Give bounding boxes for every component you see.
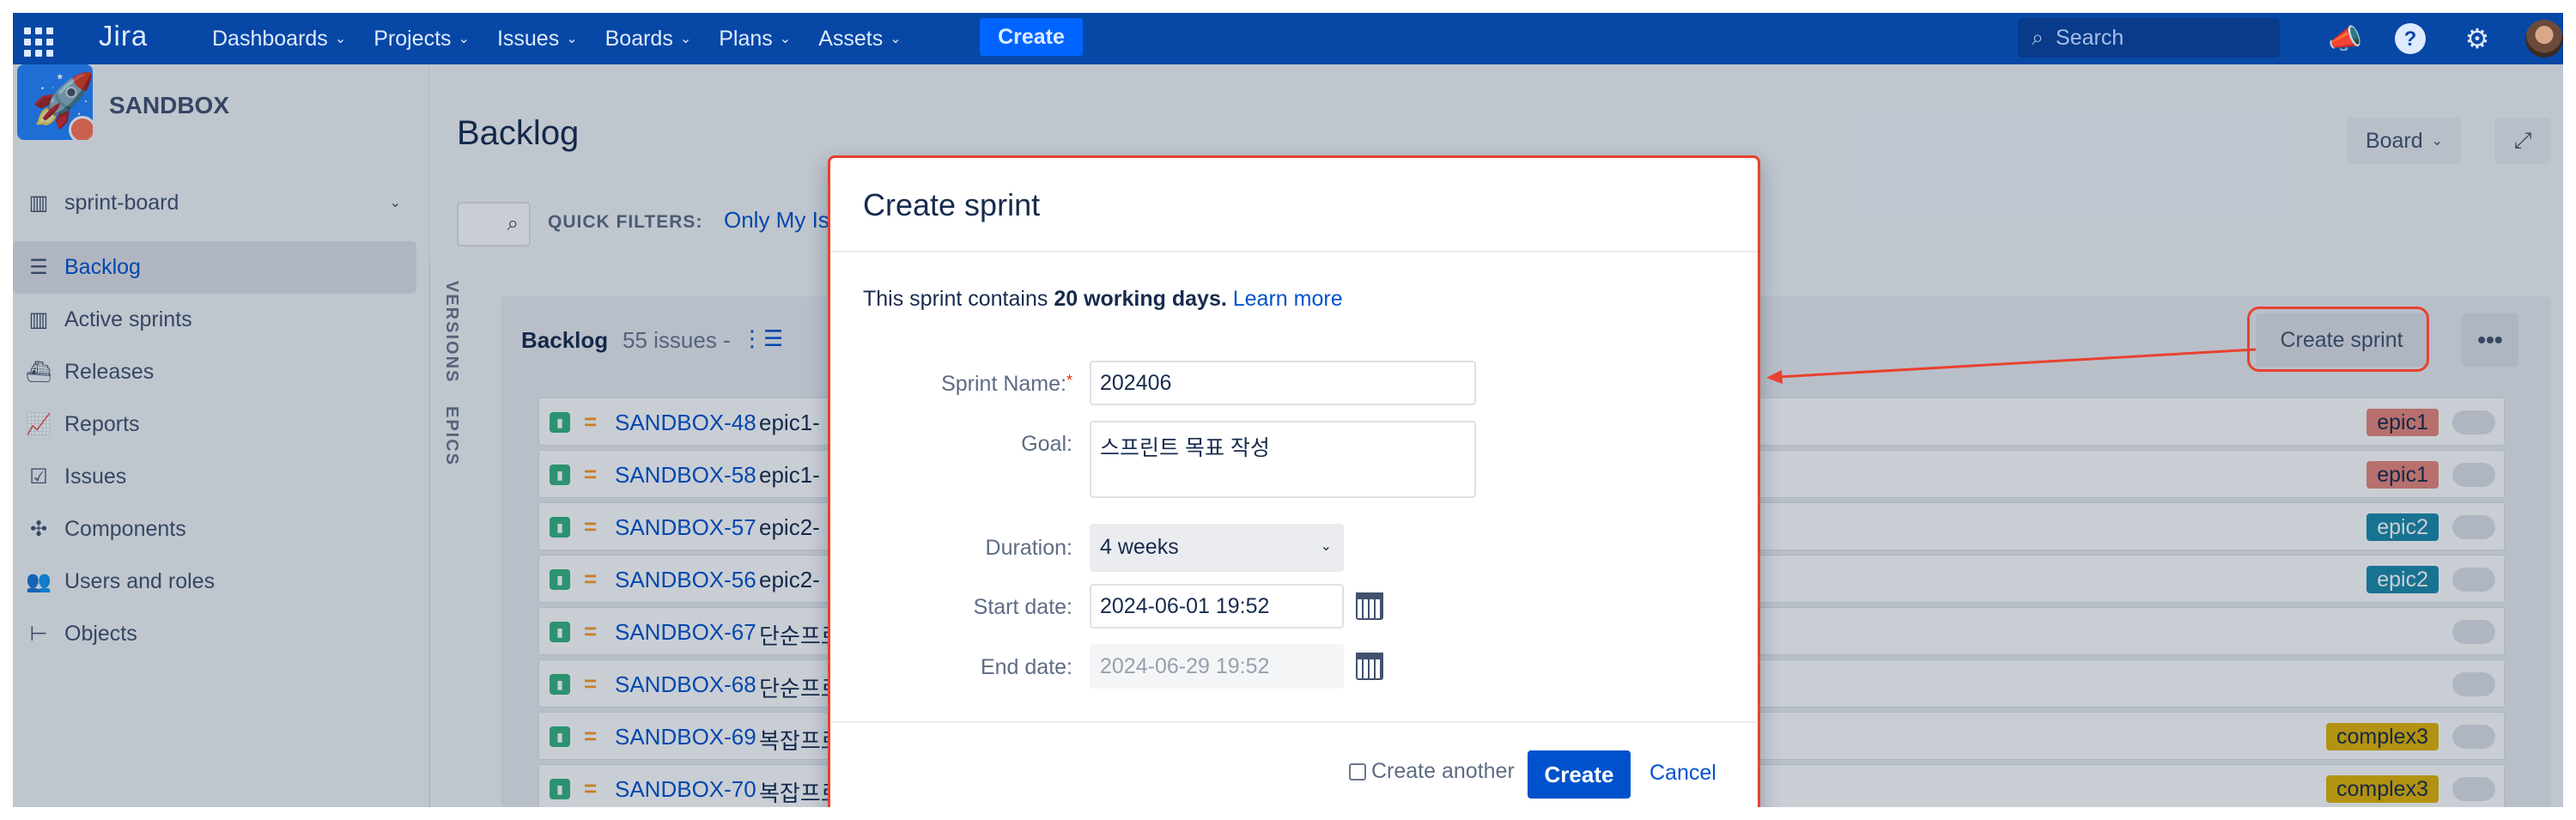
working-days-count: 20 working days. (1054, 287, 1227, 311)
chevron-down-icon: ⌄ (334, 32, 347, 46)
nav-boards[interactable]: Boards ⌄ (605, 27, 692, 52)
duration-value: 4 weeks (1100, 535, 1179, 559)
end-date-input: 2024-06-29 19:52 (1090, 644, 1344, 689)
notifications-icon[interactable]: 📣 (2326, 20, 2364, 58)
chevron-down-icon: ⌄ (679, 32, 692, 46)
create-another-checkbox[interactable]: Create another (1349, 759, 1515, 784)
top-navigation: Jira Dashboards ⌄ Projects ⌄ Issues ⌄ Board… (13, 13, 2563, 64)
calendar-icon[interactable] (1356, 653, 1383, 680)
required-marker: * (1066, 372, 1072, 389)
working-days-info: This sprint contains 20 working days. Le… (863, 287, 1343, 312)
create-button[interactable]: Create (1528, 750, 1631, 799)
nav-issues-label: Issues (496, 26, 560, 51)
nav-create-button[interactable]: Create (980, 18, 1083, 56)
nav-projects[interactable]: Projects ⌄ (374, 27, 470, 52)
help-icon[interactable]: ? (2391, 20, 2429, 58)
jira-logo[interactable]: Jira (99, 20, 148, 52)
nav-assets-label: Assets (818, 26, 884, 51)
svg-text:?: ? (2404, 27, 2417, 51)
learn-more-link[interactable]: Learn more (1233, 287, 1343, 311)
goal-label: Goal: (1021, 432, 1072, 456)
annotation-arrow (1766, 348, 2257, 384)
start-date-input[interactable]: 2024-06-01 19:52 (1090, 584, 1344, 629)
search-icon: ⌕ (2032, 25, 2044, 50)
calendar-icon[interactable] (1356, 592, 1383, 620)
nav-boards-label: Boards (605, 26, 673, 51)
nav-plans-label: Plans (719, 26, 773, 51)
chevron-down-icon: ⌄ (890, 32, 902, 46)
chevron-down-icon: ⌄ (566, 32, 578, 46)
chevron-down-icon: ⌄ (458, 32, 470, 46)
divider (830, 251, 1758, 252)
nav-plans[interactable]: Plans ⌄ (719, 27, 791, 52)
nav-menu: Dashboards ⌄ Projects ⌄ Issues ⌄ Boards ⌄ Pl… (212, 13, 902, 64)
sprint-name-label: Sprint Name:* (849, 372, 1072, 397)
duration-select[interactable]: 4 weeks ⌄ (1090, 524, 1344, 572)
app-switcher-icon[interactable] (18, 21, 53, 57)
nav-issues[interactable]: Issues ⌄ (497, 27, 578, 52)
create-sprint-dialog: Create sprint This sprint contains 20 wo… (828, 155, 1760, 807)
chevron-down-icon: ⌄ (779, 32, 792, 46)
cancel-button[interactable]: Cancel (1649, 761, 1716, 786)
goal-textarea[interactable]: 스프린트 목표 작성 (1090, 421, 1476, 498)
settings-icon[interactable]: ⚙ (2458, 20, 2496, 58)
dialog-title: Create sprint (863, 187, 1041, 222)
sprint-name-label-text: Sprint Name: (941, 372, 1066, 396)
divider (830, 721, 1758, 723)
nav-dashboards[interactable]: Dashboards ⌄ (212, 27, 346, 52)
sprint-name-input[interactable]: 202406 (1090, 361, 1476, 405)
duration-label: Duration: (985, 536, 1072, 560)
search-input[interactable]: ⌕ Search (2018, 18, 2280, 58)
checkbox-box[interactable] (1349, 762, 1366, 781)
search-placeholder: Search (2056, 25, 2124, 50)
nav-dashboards-label: Dashboards (212, 26, 328, 51)
create-another-label: Create another (1371, 759, 1515, 783)
user-avatar[interactable] (2525, 20, 2563, 58)
nav-projects-label: Projects (374, 26, 452, 51)
highlight-ring (2247, 307, 2429, 372)
info-text: This sprint contains (863, 287, 1048, 311)
nav-assets[interactable]: Assets ⌄ (818, 27, 901, 52)
start-date-label: Start date: (973, 595, 1072, 619)
end-date-label: End date: (980, 655, 1072, 679)
jira-window: Jira Dashboards ⌄ Projects ⌄ Issues ⌄ Board… (13, 13, 2563, 807)
chevron-down-icon: ⌄ (1320, 539, 1332, 554)
